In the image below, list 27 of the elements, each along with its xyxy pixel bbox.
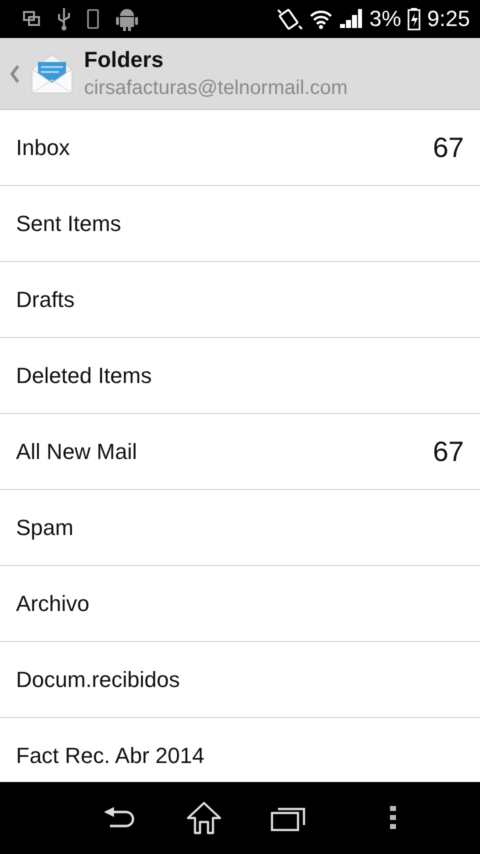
envelope-icon[interactable] — [30, 52, 74, 94]
folder-item[interactable]: Inbox — [16, 134, 70, 160]
folder-item[interactable]: Deleted Items — [16, 362, 152, 388]
home-icon[interactable] — [186, 801, 222, 835]
folder-item[interactable]: Docum.recibidos — [16, 666, 180, 692]
unread-count: 67 — [432, 132, 464, 164]
clock-time: 9:25 — [427, 6, 470, 32]
chevron-left-icon[interactable] — [10, 64, 20, 82]
android-icon — [114, 6, 140, 32]
folder-item[interactable]: Spam — [16, 514, 74, 540]
usb-icon — [56, 7, 72, 31]
screen-title: Folders — [84, 47, 164, 73]
battery-charging-icon — [407, 7, 422, 31]
overflow-menu-icon[interactable] — [390, 806, 396, 830]
folder-item[interactable]: All New Mail — [16, 438, 138, 464]
phone-icon — [86, 8, 100, 30]
account-email: cirsafacturas@telnormail.com — [84, 77, 348, 100]
folder-item[interactable]: Drafts — [16, 286, 75, 312]
unread-count: 67 — [432, 436, 464, 468]
battery-percent: 3% — [369, 6, 402, 32]
signal-icon — [339, 8, 364, 30]
folder-item[interactable]: Archivo — [16, 590, 90, 616]
wifi-icon — [309, 8, 334, 30]
folder-item[interactable]: Sent Items — [16, 210, 122, 236]
folder-item[interactable]: Fact Rec. Abr 2014 — [16, 742, 204, 768]
windows-icon — [22, 9, 42, 29]
vibrate-icon — [275, 6, 304, 32]
